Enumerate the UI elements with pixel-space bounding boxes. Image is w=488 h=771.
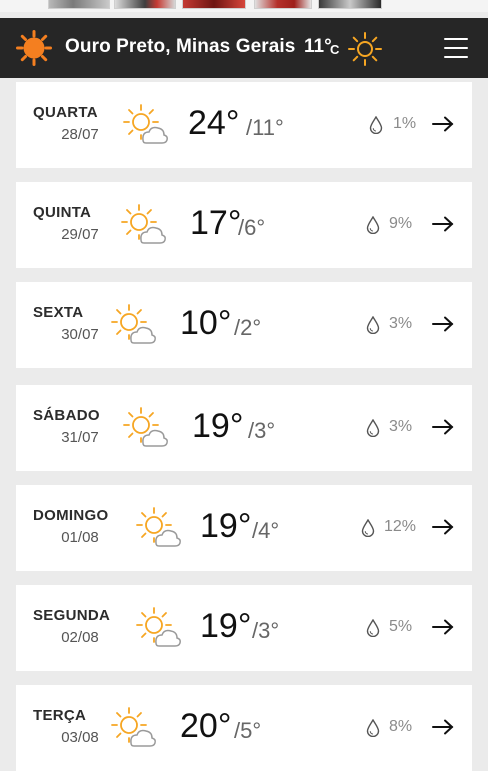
day-name: DOMINGO — [33, 507, 109, 524]
min-temperature: /5° — [234, 718, 262, 743]
day-name: SÁBADO — [33, 407, 100, 424]
max-temperature: 19° — [200, 607, 252, 645]
thumbnail-image[interactable] — [114, 0, 176, 9]
day-name: SEXTA — [33, 304, 84, 321]
day-date: 01/08 — [61, 529, 99, 546]
thumbnail-image[interactable] — [254, 0, 312, 9]
forecast-day-card[interactable]: QUARTA 28/07 24°/11° 1% — [16, 82, 472, 168]
arrow-right-icon[interactable] — [432, 519, 454, 535]
min-temperature: /3° — [248, 418, 276, 443]
rain-chance: 9% — [389, 215, 413, 232]
city-name[interactable]: Ouro Preto, Minas Gerais — [65, 36, 295, 58]
thumbnail-image[interactable] — [48, 0, 110, 9]
partly-cloudy-icon — [132, 605, 182, 651]
day-date: 28/07 — [61, 126, 99, 143]
raindrop-icon — [361, 519, 375, 537]
rain-chance: 3% — [389, 315, 413, 332]
temperature-unit[interactable]: C — [330, 42, 339, 57]
rain-chance: 5% — [389, 618, 413, 635]
max-temperature: 20° — [180, 707, 232, 745]
forecast-day-card[interactable]: SEXTA 30/07 10°/2° 3% — [16, 282, 472, 368]
rain-chance: 1% — [393, 115, 417, 132]
raindrop-icon — [366, 316, 380, 334]
hamburger-menu-icon[interactable] — [444, 37, 468, 59]
raindrop-icon — [369, 116, 383, 134]
forecast-day-card[interactable]: TERÇA 03/08 20°/5° 8% — [16, 685, 472, 771]
arrow-right-icon[interactable] — [432, 619, 454, 635]
raindrop-icon — [366, 216, 380, 234]
min-temperature: /2° — [234, 315, 262, 340]
app-header: Ouro Preto, Minas Gerais 11° C — [0, 18, 488, 78]
partly-cloudy-icon — [117, 202, 167, 248]
partly-cloudy-icon — [132, 505, 182, 551]
max-temperature: 24° — [188, 104, 240, 142]
sun-logo-icon — [16, 30, 52, 66]
arrow-right-icon[interactable] — [432, 719, 454, 735]
day-date: 02/08 — [61, 629, 99, 646]
arrow-right-icon[interactable] — [432, 316, 454, 332]
max-temperature: 19° — [192, 407, 244, 445]
day-name: SEGUNDA — [33, 607, 111, 624]
min-temperature: /4° — [252, 518, 280, 543]
raindrop-icon — [366, 619, 380, 637]
arrow-right-icon[interactable] — [432, 116, 454, 132]
raindrop-icon — [366, 719, 380, 737]
min-temperature: /6° — [238, 215, 266, 240]
current-temperature: 11° — [304, 36, 332, 57]
rain-chance: 12% — [384, 518, 417, 535]
day-name: QUINTA — [33, 204, 92, 221]
max-temperature: 10° — [180, 304, 232, 342]
raindrop-icon — [366, 419, 380, 437]
partly-cloudy-icon — [107, 302, 157, 348]
max-temperature: 17° — [190, 204, 242, 242]
forecast-day-card[interactable]: SÁBADO 31/07 19°/3° 3% — [16, 385, 472, 471]
thumbnail-image[interactable] — [318, 0, 382, 9]
min-temperature: /11° — [246, 115, 284, 140]
partly-cloudy-icon — [107, 705, 157, 751]
partly-cloudy-icon — [119, 405, 169, 451]
min-temperature: /3° — [252, 618, 280, 643]
day-date: 31/07 — [61, 429, 99, 446]
forecast-day-card[interactable]: DOMINGO 01/08 19°/4° 12% — [16, 485, 472, 571]
forecast-day-card[interactable]: SEGUNDA 02/08 19°/3° 5% — [16, 585, 472, 671]
day-date: 29/07 — [61, 226, 99, 243]
sun-icon — [348, 32, 382, 66]
partly-cloudy-icon — [119, 102, 169, 148]
arrow-right-icon[interactable] — [432, 419, 454, 435]
rain-chance: 3% — [389, 418, 413, 435]
rain-chance: 8% — [389, 718, 413, 735]
image-thumbnail-strip — [0, 0, 488, 12]
thumbnail-image[interactable] — [182, 0, 246, 9]
day-name: TERÇA — [33, 707, 87, 724]
arrow-right-icon[interactable] — [432, 216, 454, 232]
max-temperature: 19° — [200, 507, 252, 545]
day-name: QUARTA — [33, 104, 98, 121]
forecast-day-card[interactable]: QUINTA 29/07 17°/6° 9% — [16, 182, 472, 268]
